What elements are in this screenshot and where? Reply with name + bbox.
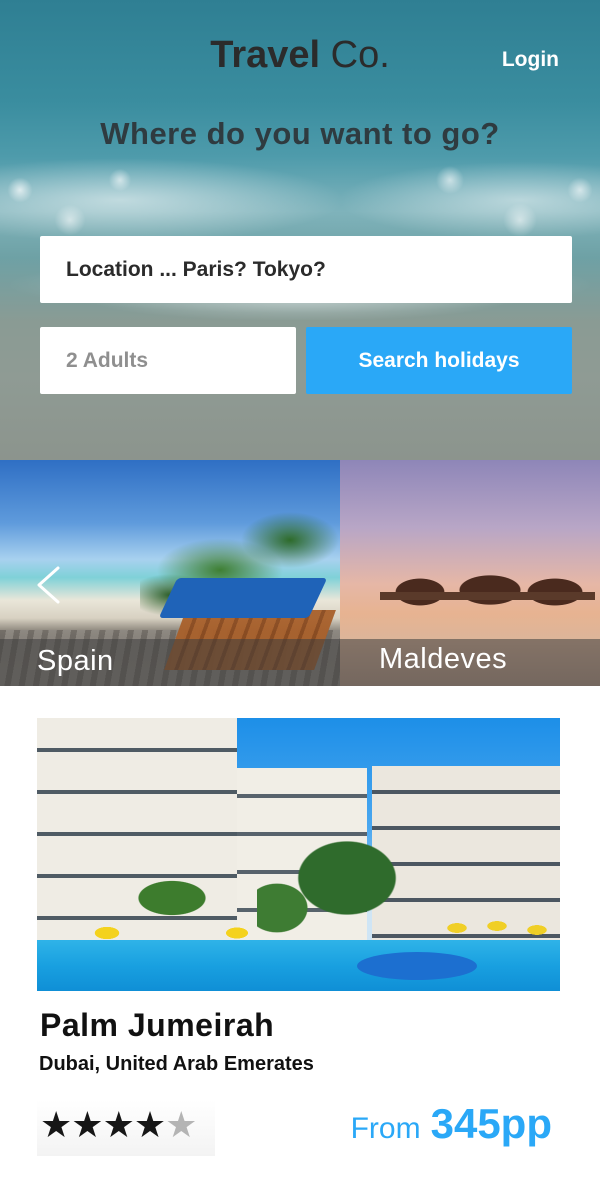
star-filled-icon: ★: [71, 1105, 103, 1146]
star-filled-icon: ★: [40, 1105, 72, 1146]
chevron-left-icon[interactable]: [34, 565, 64, 605]
pool-image: [37, 940, 560, 991]
chevron-left-icon-svg: [37, 566, 60, 604]
price-prefix: From: [350, 1112, 421, 1145]
star-rating: ★★★★★: [40, 1104, 197, 1148]
search-holidays-button[interactable]: Search holidays: [306, 327, 572, 394]
star-empty-icon: ★: [165, 1105, 197, 1146]
star-filled-icon: ★: [133, 1105, 166, 1146]
star-filled-icon: ★: [102, 1105, 135, 1146]
destination-label: Spain: [37, 645, 114, 677]
login-link[interactable]: Login: [502, 48, 559, 72]
destination-card-spain[interactable]: Spain: [0, 460, 340, 686]
guests-input[interactable]: [40, 327, 296, 394]
hotel-name[interactable]: Palm Jumeirah: [40, 1007, 274, 1044]
hotel-location: Dubai, United Arab Emerates: [39, 1053, 314, 1075]
price-amount: 345pp: [430, 1100, 552, 1147]
destination-carousel: Spain Maldeves: [0, 460, 600, 686]
water-villas-image: [380, 570, 595, 615]
price-display: From 345pp: [351, 1100, 552, 1148]
location-input[interactable]: [40, 236, 572, 303]
hotel-photo[interactable]: [37, 718, 560, 991]
lounger-cushion-image: [158, 578, 328, 618]
brand-name: Travel: [210, 34, 321, 76]
brand-suffix: Co.: [330, 34, 390, 76]
destination-label: Maldeves: [379, 643, 508, 675]
search-headline: Where do you want to go?: [100, 116, 500, 151]
pool-island-image: [357, 952, 477, 980]
hero-section: Travel Co. Login Where do you want to go…: [0, 0, 600, 460]
destination-card-maldives[interactable]: Maldeves: [340, 460, 600, 686]
